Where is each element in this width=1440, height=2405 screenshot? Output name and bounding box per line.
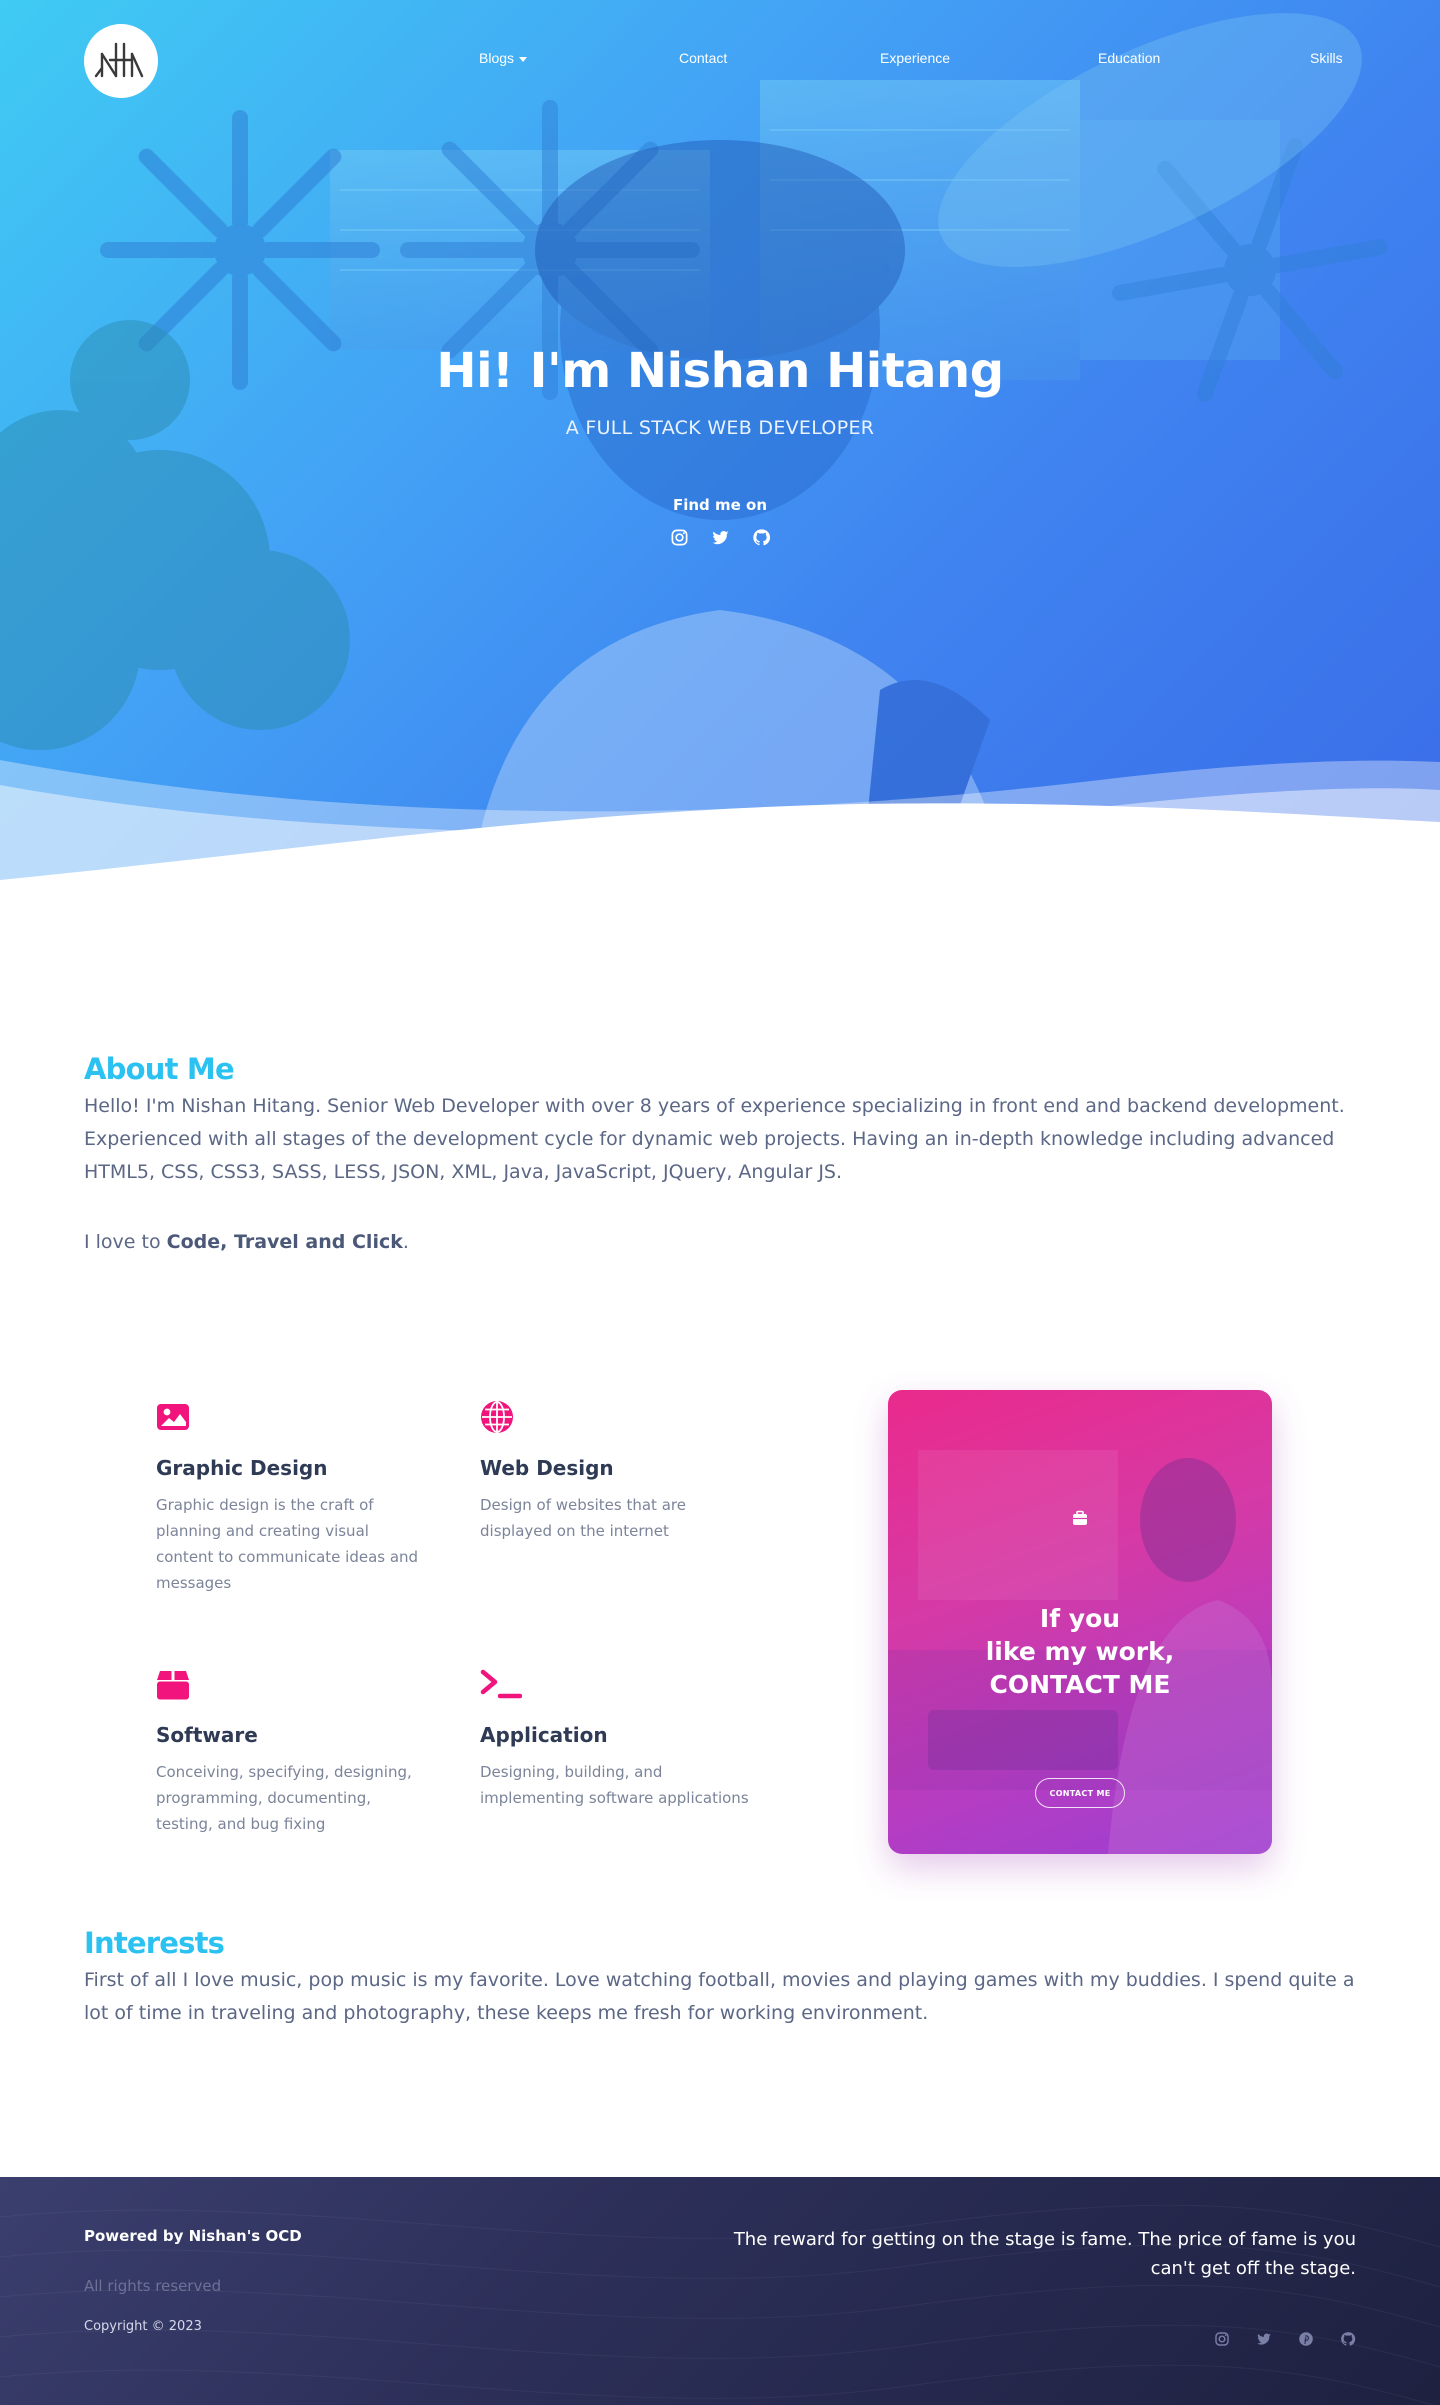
love-line: I love to Code, Travel and Click. xyxy=(84,1231,1356,1253)
service-description: Conceiving, specifying, designing, progr… xyxy=(156,1763,412,1833)
card-line-2: like my work, xyxy=(985,1637,1175,1666)
nav-skills[interactable]: Skills xyxy=(1310,50,1343,66)
service-title: Web Design xyxy=(480,1456,614,1480)
footer-social-links xyxy=(1214,2331,1356,2347)
footer-quote: The reward for getting on the stage is f… xyxy=(733,2229,1356,2279)
nav-contact[interactable]: Contact xyxy=(679,50,727,66)
service-description: Designing, building, and implementing so… xyxy=(480,1763,749,1807)
nav-blogs[interactable]: Blogs xyxy=(479,50,528,66)
twitter-icon[interactable] xyxy=(711,528,730,547)
terminal-icon xyxy=(480,1669,523,1699)
contact-card: If you like my work, CONTACT ME CONTACT … xyxy=(888,1390,1272,1854)
hero-section: Blogs Contact Experience Education Skill… xyxy=(0,0,1440,890)
instagram-icon[interactable] xyxy=(670,528,689,547)
love-suffix: . xyxy=(402,1231,409,1253)
chevron-down-icon xyxy=(519,56,528,62)
interests-paragraph: First of all I love music, pop music is … xyxy=(84,1969,1355,2024)
service-title: Graphic Design xyxy=(156,1456,328,1480)
service-web-design: Web Design Design of websites that are d… xyxy=(480,1400,750,1544)
image-icon xyxy=(157,1404,189,1430)
card-message: If you like my work, CONTACT ME xyxy=(888,1602,1272,1701)
globe-icon xyxy=(481,1401,513,1433)
pinterest-icon[interactable] xyxy=(1298,2331,1314,2347)
service-description: Design of websites that are displayed on… xyxy=(480,1496,686,1540)
main-nav: Blogs Contact Experience Education Skill… xyxy=(0,50,1440,72)
contact-me-button[interactable]: CONTACT ME xyxy=(1035,1778,1125,1808)
about-section: About Me Hello! I'm Nishan Hitang. Senio… xyxy=(84,1052,1356,1253)
hero-social-links xyxy=(0,528,1440,547)
footer-copyright: Copyright © 2023 xyxy=(84,2319,202,2334)
briefcase-icon xyxy=(1073,1510,1087,1525)
nav-education[interactable]: Education xyxy=(1098,50,1160,66)
about-paragraph: Hello! I'm Nishan Hitang. Senior Web Dev… xyxy=(84,1095,1345,1183)
card-line-1: If you xyxy=(1039,1604,1121,1633)
hero-wave-divider xyxy=(0,760,1440,890)
find-me-label: Find me on xyxy=(672,496,768,514)
love-prefix: I love to xyxy=(84,1231,167,1253)
hero-title: Hi! I'm Nishan Hitang xyxy=(436,343,1004,399)
hero-subtitle: A FULL STACK WEB DEVELOPER xyxy=(565,417,875,439)
interests-section: Interests First of all I love music, pop… xyxy=(84,1926,1356,2030)
service-description: Graphic design is the craft of planning … xyxy=(156,1496,419,1592)
footer-rights: All rights reserved xyxy=(84,2277,222,2295)
service-graphic-design: Graphic Design Graphic design is the cra… xyxy=(156,1400,426,1596)
service-software: Software Conceiving, specifying, designi… xyxy=(156,1667,426,1837)
github-icon[interactable] xyxy=(752,528,771,547)
service-title: Software xyxy=(156,1723,258,1747)
twitter-icon[interactable] xyxy=(1256,2331,1272,2347)
service-title: Application xyxy=(480,1723,608,1747)
nav-blogs-label: Blogs xyxy=(479,50,515,66)
card-line-3: CONTACT ME xyxy=(989,1670,1171,1699)
about-title: About Me xyxy=(84,1052,235,1086)
nav-experience[interactable]: Experience xyxy=(880,50,950,66)
instagram-icon[interactable] xyxy=(1214,2331,1230,2347)
site-footer: Powered by Nishan's OCD All rights reser… xyxy=(0,2177,1440,2405)
love-highlight: Code, Travel and Click xyxy=(166,1231,403,1253)
box-icon xyxy=(157,1671,189,1700)
footer-powered-by: Powered by Nishan's OCD xyxy=(84,2227,302,2245)
interests-title: Interests xyxy=(84,1926,225,1960)
github-icon[interactable] xyxy=(1340,2331,1356,2347)
service-application: Application Designing, building, and imp… xyxy=(480,1667,750,1811)
